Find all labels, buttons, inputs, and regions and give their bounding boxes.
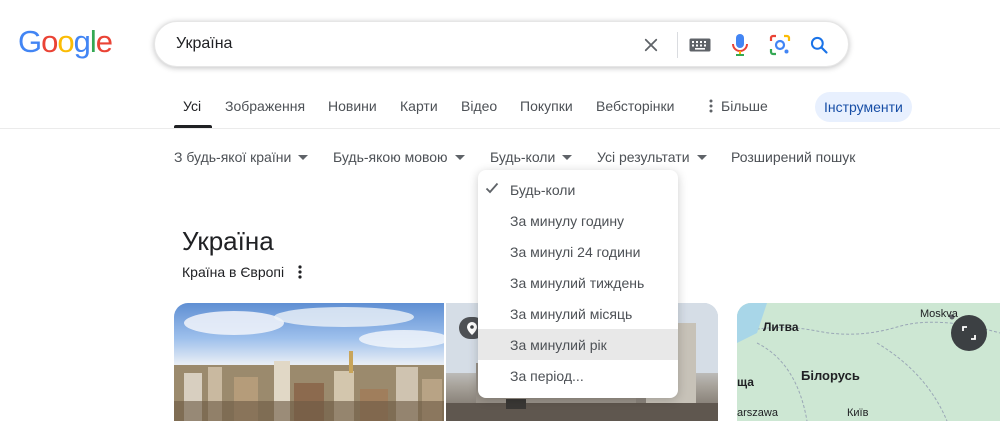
tab-maps[interactable]: Карти xyxy=(400,98,438,114)
advanced-search-link[interactable]: Розширений пошук xyxy=(731,149,855,165)
expand-map-button[interactable] xyxy=(951,315,987,351)
search-box[interactable]: Україна xyxy=(154,21,849,67)
menu-item-label: Будь-коли xyxy=(510,181,576,198)
close-icon[interactable] xyxy=(639,22,663,68)
entity-title: Україна xyxy=(182,226,274,256)
filter-time[interactable]: Будь-коли xyxy=(490,149,573,165)
menu-item-label: За період... xyxy=(510,367,584,384)
menu-item-past-year[interactable]: За минулий рік xyxy=(478,329,678,360)
search-divider xyxy=(677,32,678,58)
tab-web[interactable]: Вебсторінки xyxy=(596,98,674,114)
caret-down-icon xyxy=(298,154,309,160)
tab-more-label: Більше xyxy=(721,98,768,114)
caret-down-icon xyxy=(696,154,707,160)
menu-item-past-24h[interactable]: За минулі 24 години xyxy=(478,236,678,267)
menu-item-custom-range[interactable]: За період... xyxy=(478,360,678,391)
logo-letter: e xyxy=(95,24,113,59)
filter-results-label: Усі результати xyxy=(597,149,690,165)
tab-more[interactable]: Більше xyxy=(707,98,768,114)
logo-letter: g xyxy=(73,24,91,59)
entity-subtitle: Країна в Європі xyxy=(182,264,285,280)
more-vert-icon xyxy=(709,99,713,113)
map-label-warsaw: arszawa xyxy=(737,407,778,419)
filter-results[interactable]: Усі результати xyxy=(597,149,707,165)
filter-time-label: Будь-коли xyxy=(490,149,556,165)
mic-icon[interactable] xyxy=(728,22,752,68)
search-tools-row: З будь-якої країни Будь-якою мовою Будь-… xyxy=(0,148,1000,168)
time-filter-menu: Будь-коли За минулу годину За минулі 24 … xyxy=(478,170,678,398)
tab-videos[interactable]: Відео xyxy=(461,98,497,114)
tab-images[interactable]: Зображення xyxy=(225,98,305,114)
tabs-divider xyxy=(0,128,1000,129)
filter-language[interactable]: Будь-якою мовою xyxy=(333,149,465,165)
filter-language-label: Будь-якою мовою xyxy=(333,149,448,165)
map-label-lithuania: Литва xyxy=(763,320,799,334)
menu-item-label: За минулий тиждень xyxy=(510,274,645,291)
menu-item-label: За минулі 24 години xyxy=(510,243,641,260)
menu-item-label: За минулий рік xyxy=(510,336,607,353)
tab-shopping[interactable]: Покупки xyxy=(520,98,573,114)
tab-all[interactable]: Усі xyxy=(183,98,201,114)
logo-letter: G xyxy=(18,24,42,59)
search-icon[interactable] xyxy=(807,22,831,68)
caret-down-icon xyxy=(454,154,465,160)
google-logo[interactable]: Google xyxy=(18,24,113,59)
search-input[interactable]: Україна xyxy=(176,35,232,53)
map-label-kyiv: Київ xyxy=(847,407,869,419)
map-label-belarus: Білорусь xyxy=(801,368,860,383)
menu-item-label: За минулу годину xyxy=(510,212,625,229)
logo-letter: o xyxy=(57,24,74,59)
city-photo-illustration xyxy=(174,307,444,421)
check-icon xyxy=(485,182,499,194)
menu-item-anytime[interactable]: Будь-коли xyxy=(478,174,678,205)
menu-item-past-week[interactable]: За минулий тиждень xyxy=(478,267,678,298)
lens-icon[interactable] xyxy=(768,22,792,68)
menu-item-past-hour[interactable]: За минулу годину xyxy=(478,205,678,236)
keyboard-icon[interactable] xyxy=(688,22,712,68)
search-tabs: Усі Зображення Новини Карти Відео Покупк… xyxy=(0,86,1000,129)
tab-news[interactable]: Новини xyxy=(328,98,377,114)
more-options-icon[interactable] xyxy=(296,264,304,285)
logo-letter: o xyxy=(41,24,58,59)
entity-photo-kyiv[interactable] xyxy=(174,303,444,421)
map-label-partial: ща xyxy=(737,375,754,389)
filter-region[interactable]: З будь-якої країни xyxy=(174,149,309,165)
expand-icon xyxy=(962,326,976,340)
filter-region-label: З будь-якої країни xyxy=(174,149,292,165)
caret-down-icon xyxy=(562,154,573,160)
map-label-moscow: Moskva xyxy=(920,308,958,320)
tools-button[interactable]: Інструменти xyxy=(815,92,912,122)
menu-item-past-month[interactable]: За минулий місяць xyxy=(478,298,678,329)
menu-item-label: За минулий місяць xyxy=(510,305,633,322)
